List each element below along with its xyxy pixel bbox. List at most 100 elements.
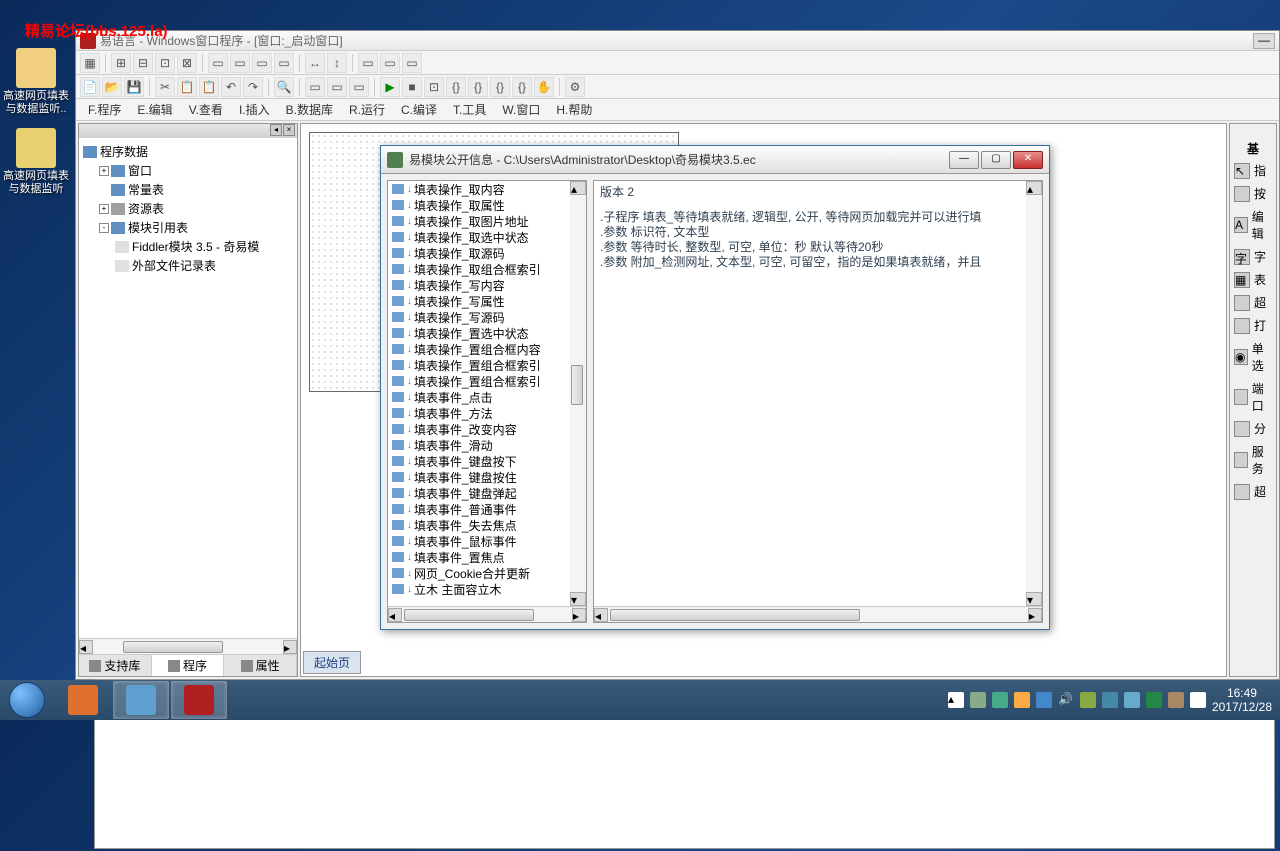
tab-support-lib[interactable]: 支持库 (79, 655, 152, 676)
dialog-titlebar[interactable]: 易模块公开信息 - C:\Users\Administrator\Desktop… (381, 146, 1049, 174)
tray-icon[interactable] (1014, 692, 1030, 708)
list-item[interactable]: ↓填表操作_取图片地址 (388, 213, 570, 229)
list-item[interactable]: ↓填表事件_键盘按下 (388, 453, 570, 469)
toolbox-item[interactable]: A编辑 (1230, 205, 1276, 245)
cut-button[interactable]: ✂ (155, 77, 175, 97)
list-item[interactable]: ↓网页_Cookie合并更新 (388, 565, 570, 581)
tab-start-page[interactable]: 起始页 (303, 651, 361, 674)
toolbox-item[interactable]: 超 (1230, 480, 1276, 503)
tree-node[interactable]: 外部文件记录表 (83, 256, 293, 275)
list-item[interactable]: ↓填表事件_键盘弹起 (388, 485, 570, 501)
toolbar-button[interactable]: ⊡ (424, 77, 444, 97)
redo-button[interactable]: ↷ (243, 77, 263, 97)
horizontal-scrollbar[interactable]: ◂▸ (594, 606, 1042, 622)
toolbox-item[interactable]: ◉单选 (1230, 337, 1276, 377)
toolbar-button[interactable]: ▭ (252, 53, 272, 73)
toolbox-item[interactable]: ↖指 (1230, 159, 1276, 182)
find-button[interactable]: 🔍 (274, 77, 294, 97)
list-item[interactable]: ↓填表操作_取属性 (388, 197, 570, 213)
tray-icon[interactable] (992, 692, 1008, 708)
project-tree[interactable]: 程序数据 + 窗口 常量表 + 资源表 - (79, 138, 297, 638)
undo-button[interactable]: ↶ (221, 77, 241, 97)
toolbox-item[interactable]: 超 (1230, 291, 1276, 314)
function-list[interactable]: ↓填表操作_取内容↓填表操作_取属性↓填表操作_取图片地址↓填表操作_取选中状态… (388, 181, 570, 606)
list-item[interactable]: ↓填表操作_取选中状态 (388, 229, 570, 245)
toolbar-button[interactable]: ⊟ (133, 53, 153, 73)
expander-icon[interactable]: + (99, 166, 109, 176)
tray-icon[interactable] (1124, 692, 1140, 708)
save-button[interactable]: 💾 (124, 77, 144, 97)
stop-button[interactable]: ■ (402, 77, 422, 97)
task-button[interactable] (171, 681, 227, 719)
copy-button[interactable]: 📋 (177, 77, 197, 97)
tray-icon[interactable]: ▴ (948, 692, 964, 708)
list-item[interactable]: ↓填表操作_写源码 (388, 309, 570, 325)
toolbar-button[interactable]: ▭ (305, 77, 325, 97)
tree-node[interactable]: 常量表 (83, 180, 293, 199)
toolbar-button[interactable]: ▭ (230, 53, 250, 73)
list-item[interactable]: ↓填表操作_写内容 (388, 277, 570, 293)
desktop-icon[interactable]: 高速网页填表与数据监听 (2, 128, 70, 196)
step-button[interactable]: {} (468, 77, 488, 97)
desktop-icon[interactable]: 高速网页填表与数据监听.. (2, 48, 70, 116)
toolbar-button[interactable]: ▭ (327, 77, 347, 97)
start-button[interactable] (0, 680, 54, 720)
new-button[interactable]: 📄 (80, 77, 100, 97)
toolbar-button[interactable]: ⊞ (111, 53, 131, 73)
toolbar-button[interactable]: ⊡ (155, 53, 175, 73)
list-item[interactable]: ↓填表操作_写属性 (388, 293, 570, 309)
tree-root[interactable]: 程序数据 (83, 142, 293, 161)
action-center-icon[interactable] (1190, 692, 1206, 708)
toolbar-button[interactable]: ▭ (380, 53, 400, 73)
maximize-button[interactable]: ▢ (981, 151, 1011, 169)
toolbar-button[interactable]: ▭ (402, 53, 422, 73)
list-item[interactable]: ↓填表事件_普通事件 (388, 501, 570, 517)
volume-icon[interactable]: 🔊 (1058, 692, 1074, 708)
tab-program[interactable]: 程序 (152, 655, 225, 676)
tray-icon[interactable] (1146, 692, 1162, 708)
toolbar-button[interactable]: ▭ (208, 53, 228, 73)
toolbox-item[interactable]: 按 (1230, 182, 1276, 205)
toolbar-button[interactable]: ↔ (305, 53, 325, 73)
tree-node[interactable]: - 模块引用表 (83, 218, 293, 237)
menu-run[interactable]: R.运行 (341, 99, 393, 120)
menu-view[interactable]: V.查看 (181, 99, 231, 120)
toolbar-button[interactable]: ▭ (274, 53, 294, 73)
list-item[interactable]: ↓填表操作_置选中状态 (388, 325, 570, 341)
list-item[interactable]: ↓填表事件_方法 (388, 405, 570, 421)
tree-node[interactable]: + 窗口 (83, 161, 293, 180)
menu-program[interactable]: F.程序 (80, 99, 129, 120)
list-item[interactable]: ↓填表事件_点击 (388, 389, 570, 405)
panel-close-button[interactable]: × (283, 124, 295, 136)
menu-edit[interactable]: E.编辑 (129, 99, 180, 120)
toolbox-item[interactable]: 打 (1230, 314, 1276, 337)
toolbar-button[interactable]: ⊠ (177, 53, 197, 73)
clock[interactable]: 16:49 2017/12/28 (1212, 686, 1272, 714)
list-item[interactable]: ↓填表操作_置组合框索引 (388, 357, 570, 373)
tree-node[interactable]: + 资源表 (83, 199, 293, 218)
list-item[interactable]: ↓填表事件_鼠标事件 (388, 533, 570, 549)
toolbox-item[interactable]: 分 (1230, 417, 1276, 440)
menu-window[interactable]: W.窗口 (494, 99, 548, 120)
task-button[interactable] (113, 681, 169, 719)
list-item[interactable]: ↓填表事件_置焦点 (388, 549, 570, 565)
list-item[interactable]: ↓填表事件_失去焦点 (388, 517, 570, 533)
vertical-scrollbar[interactable]: ▴ ▾ (570, 181, 586, 606)
toolbar-button[interactable]: ⚙ (565, 77, 585, 97)
tray-icon[interactable] (1080, 692, 1096, 708)
list-item[interactable]: ↓填表操作_取组合框索引 (388, 261, 570, 277)
toolbox-item[interactable]: 端口 (1230, 377, 1276, 417)
step-button[interactable]: {} (446, 77, 466, 97)
horizontal-scrollbar[interactable]: ◂▸ (79, 638, 297, 654)
tree-node[interactable]: Fiddler模块 3.5 - 奇易模 (83, 237, 293, 256)
list-item[interactable]: ↓填表操作_取源码 (388, 245, 570, 261)
run-button[interactable]: ▶ (380, 77, 400, 97)
menu-compile[interactable]: C.编译 (393, 99, 445, 120)
close-button[interactable]: ✕ (1013, 151, 1043, 169)
toolbar-button[interactable]: ▭ (349, 77, 369, 97)
list-item[interactable]: ↓填表操作_置组合框索引 (388, 373, 570, 389)
tray-icon[interactable] (970, 692, 986, 708)
menu-insert[interactable]: I.插入 (231, 99, 278, 120)
toolbox-item[interactable]: ▦表 (1230, 268, 1276, 291)
step-button[interactable]: {} (512, 77, 532, 97)
